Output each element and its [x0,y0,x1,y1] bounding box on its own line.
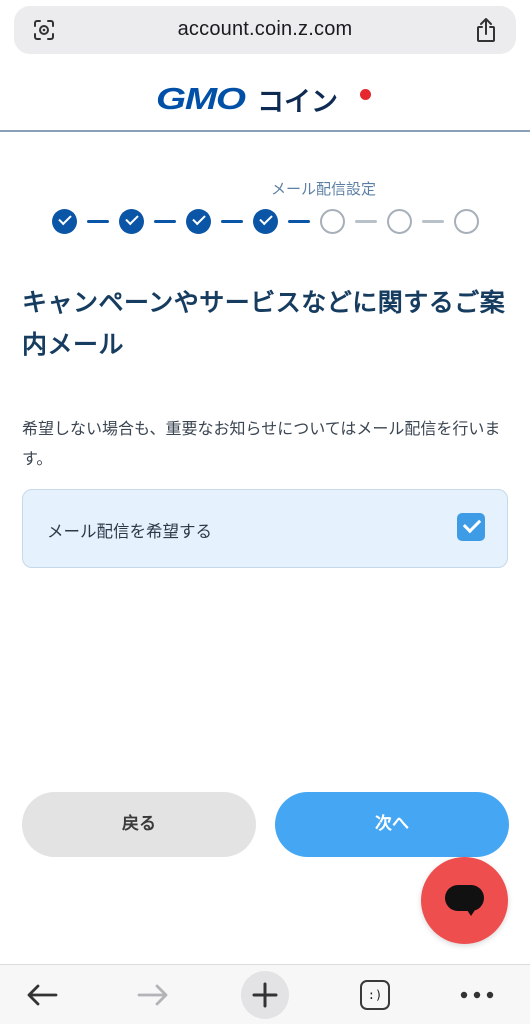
tabs-icon[interactable]: :) [353,973,397,1017]
logo-red-dot [360,89,371,100]
next-button[interactable]: 次へ [275,792,509,857]
chat-icon-tail [465,907,477,916]
plus-icon[interactable] [241,971,289,1019]
tabs-count-label: :) [360,980,390,1010]
step-3-complete [186,209,211,234]
gmo-coin-logo[interactable]: GMO コイン [156,81,371,118]
more-icon[interactable] [455,973,499,1017]
logo-gmo-text: GMO [156,81,246,116]
step-connector [422,220,444,223]
page-description: 希望しない場合も、重要なお知らせについてはメール配信を行います。 [22,419,501,468]
url-text[interactable]: account.coin.z.com [14,18,516,41]
step-6-pending [387,209,412,234]
step-connector [87,220,109,223]
browser-address-area: account.coin.z.com [0,0,530,62]
browser-toolbar: :) [0,964,530,1024]
back-arrow-icon[interactable] [20,973,64,1017]
back-button[interactable]: 戻る [22,792,256,857]
step-5-pending [320,209,345,234]
step-connector [288,220,310,223]
share-icon[interactable] [474,16,498,44]
site-header: GMO コイン [0,66,530,132]
step-connector [221,220,243,223]
forward-arrow-icon[interactable] [131,973,175,1017]
mail-opt-in-label[interactable]: メール配信を希望する [47,518,212,542]
address-bar[interactable]: account.coin.z.com [14,6,516,54]
step-2-complete [119,209,144,234]
step-connector [154,220,176,223]
step-connector [355,220,377,223]
mail-opt-in-option[interactable]: メール配信を希望する [22,489,508,568]
step-7-pending [454,209,479,234]
step-1-complete [52,209,77,234]
page-title: キャンペーンやサービスなどに関するご案内メール [22,288,506,359]
mail-opt-in-checkbox[interactable] [457,513,485,541]
chat-support-button[interactable] [421,857,508,944]
progress-stepper [52,208,482,236]
step-4-complete [253,209,278,234]
current-step-label: メール配信設定 [271,180,377,198]
logo-coin-text: コイン [257,86,339,118]
